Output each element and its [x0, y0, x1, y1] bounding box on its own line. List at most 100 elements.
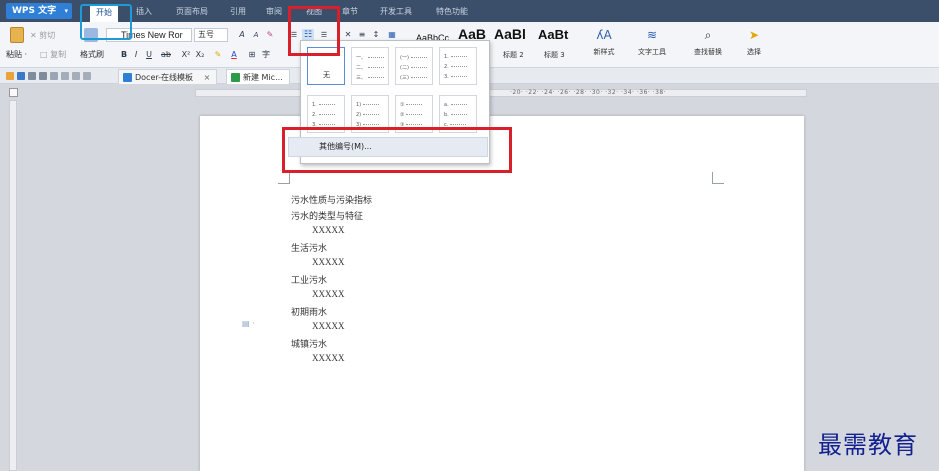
numbering-style-option[interactable]: 1) 2) 3): [351, 95, 389, 133]
document-heading-line[interactable]: 污水的类型与特征: [291, 209, 363, 222]
paste-button[interactable]: 粘贴 ·: [6, 49, 27, 60]
numbering-style-row: 1.: [444, 54, 467, 60]
tab-developer[interactable]: 开发工具: [380, 5, 412, 19]
strikethrough-button[interactable]: ab: [160, 49, 172, 61]
italic-button[interactable]: I: [130, 49, 142, 61]
vertical-ruler[interactable]: [9, 100, 17, 471]
char-format-button[interactable]: 字: [260, 49, 272, 61]
app-menu-button[interactable]: WPS 文字 ▾: [6, 3, 72, 19]
numbering-style-row: 三、: [356, 74, 384, 81]
paste-icon[interactable]: [10, 27, 24, 43]
find-replace-button[interactable]: ⌕ 查找替换: [688, 25, 728, 65]
tab-features[interactable]: 特色功能: [436, 5, 468, 19]
tab-page-layout[interactable]: 页面布局: [176, 5, 208, 19]
numbering-style-row: c.: [444, 122, 466, 128]
more-numbering-menu-item[interactable]: 其他编号(M)...: [288, 137, 488, 157]
cursor-icon: ➤: [748, 28, 760, 42]
document-placeholder-line[interactable]: XXXXX: [312, 321, 345, 331]
text-tools-label: 文字工具: [638, 48, 666, 56]
tab-insert[interactable]: 插入: [136, 5, 152, 19]
tab-view[interactable]: 视图: [306, 5, 322, 19]
superscript-button[interactable]: X²: [180, 49, 192, 61]
copy-small-icon[interactable]: [61, 72, 69, 80]
numbering-style-row: 3.: [444, 74, 467, 80]
numbering-style-option[interactable]: 1. 2. 3.: [439, 47, 477, 85]
numbering-style-option[interactable]: 一、 二、 三、: [351, 47, 389, 85]
undo-icon[interactable]: [72, 72, 80, 80]
redo-icon[interactable]: [83, 72, 91, 80]
document-placeholder-line[interactable]: XXXXX: [312, 289, 345, 299]
watermark: 最需教育: [818, 431, 918, 459]
paragraph-layout-icon[interactable]: ▤ ·: [242, 319, 255, 328]
tab-references[interactable]: 引用: [230, 5, 246, 19]
preview-icon[interactable]: [39, 72, 47, 80]
document-heading-line[interactable]: 城镇污水: [291, 337, 327, 350]
tab-review[interactable]: 审阅: [266, 5, 282, 19]
document-page[interactable]: [200, 116, 804, 471]
tab-new-document[interactable]: 新建 Mic...: [226, 69, 290, 84]
print-icon[interactable]: [28, 72, 36, 80]
numbering-none[interactable]: 无: [307, 47, 345, 85]
font-name-select[interactable]: Times New Ror: [106, 28, 192, 42]
document-placeholder-line[interactable]: XXXXX: [312, 257, 345, 267]
clear-format-icon[interactable]: ✎: [264, 29, 276, 41]
numbering-none-label: 无: [323, 71, 330, 79]
grow-font-button[interactable]: A: [236, 29, 248, 41]
tab-chapter[interactable]: 章节: [342, 5, 358, 19]
cut-button[interactable]: ✕ 剪切: [30, 30, 55, 41]
numbering-style-row: 二、: [356, 64, 384, 71]
tab-home[interactable]: 开始: [90, 4, 118, 22]
style-heading-2-label: 标题 2: [503, 51, 524, 59]
document-heading-line[interactable]: 工业污水: [291, 273, 327, 286]
numbering-style-option[interactable]: (一) (二) (三): [395, 47, 433, 85]
menu-bar: WPS 文字 ▾ 开始 插入 页面布局 引用 审阅 视图 章节 开发工具 特色功…: [0, 0, 939, 22]
highlight-button[interactable]: ✎: [212, 49, 224, 61]
numbering-style-row: 2.: [444, 64, 467, 70]
font-color-button[interactable]: A: [228, 49, 240, 61]
numbering-style-option[interactable]: a. b. c.: [439, 95, 477, 133]
numbering-style-row: ②: [400, 112, 422, 118]
numbering-style-row: ①: [400, 102, 422, 108]
document-placeholder-line[interactable]: XXXXX: [312, 353, 345, 363]
copy-button[interactable]: □ 复制: [40, 49, 66, 60]
numbering-style-row: 1.: [312, 102, 335, 108]
underline-button[interactable]: U: [143, 49, 155, 61]
tab-docer-label: Docer-在线模板: [135, 73, 194, 82]
close-icon[interactable]: ×: [204, 73, 211, 82]
document-heading-line[interactable]: 生活污水: [291, 241, 327, 254]
new-style-label: 新样式: [593, 48, 615, 56]
numbering-style-row: 1): [356, 102, 379, 108]
select-label: 选择: [747, 48, 761, 56]
save-icon[interactable]: [17, 72, 25, 80]
tab-new-document-label: 新建 Mic...: [243, 73, 283, 82]
bold-button[interactable]: B: [118, 49, 130, 61]
numbering-style-row: a.: [444, 102, 467, 108]
new-style-button[interactable]: ʎA 新样式: [584, 25, 624, 65]
tab-docer-templates[interactable]: Docer-在线模板 ×: [118, 69, 218, 84]
text-tools-icon: ≋: [646, 28, 658, 42]
horizontal-ruler[interactable]: [195, 89, 807, 97]
text-tools-button[interactable]: ≋ 文字工具: [632, 25, 672, 65]
ruler-numbers: ·20· ·22· ·24· ·26· ·28· ·30· ·32· ·34· …: [510, 89, 667, 96]
numbering-style-row: 2.: [312, 112, 335, 118]
format-painter-button[interactable]: 格式刷: [80, 49, 104, 60]
document-heading-line[interactable]: 污水性质与污染指标: [291, 193, 372, 206]
style-heading-2[interactable]: AaBl: [494, 26, 526, 52]
bullet-list-icon[interactable]: ☰: [288, 29, 300, 41]
format-painter-icon[interactable]: [84, 28, 98, 42]
numbering-style-option[interactable]: ① ② ③: [395, 95, 433, 133]
spell-icon[interactable]: [50, 72, 58, 80]
document-heading-line[interactable]: 初期雨水: [291, 305, 327, 318]
binoculars-icon: ⌕: [704, 28, 712, 42]
char-border-button[interactable]: ⊞: [246, 49, 258, 61]
font-size-select[interactable]: 五号: [194, 28, 228, 42]
subscript-button[interactable]: X₂: [194, 49, 206, 61]
numbering-style-option[interactable]: 1. 2. 3.: [307, 95, 345, 133]
margin-corner-top-left: [278, 172, 290, 184]
select-button[interactable]: ➤ 选择: [734, 25, 774, 65]
document-placeholder-line[interactable]: XXXXX: [312, 225, 345, 235]
shrink-font-button[interactable]: A: [250, 29, 262, 41]
open-icon[interactable]: [6, 72, 14, 80]
numbering-style-row: 一、: [356, 54, 384, 61]
ruler-toggle-button[interactable]: [9, 88, 18, 97]
